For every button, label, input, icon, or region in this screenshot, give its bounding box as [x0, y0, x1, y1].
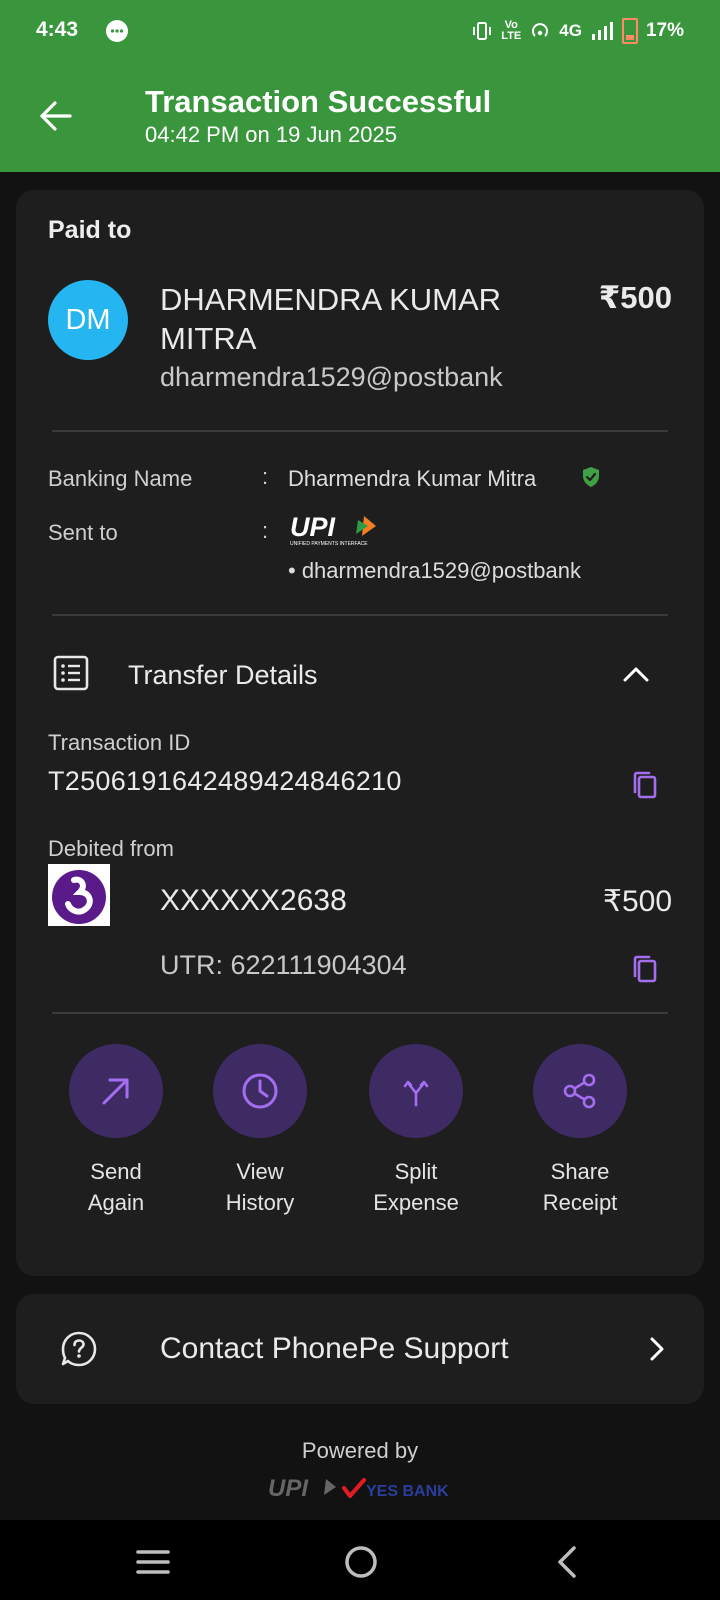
receipt-list-icon: [53, 655, 89, 691]
upi-yes-bank-logo: UPI YES BANK: [268, 1475, 449, 1502]
app-header: 4:43 Vo LTE 4G 17% Transaction Successfu…: [0, 0, 720, 172]
view-history-label: View History: [225, 1159, 295, 1215]
debit-amount: ₹500: [602, 885, 672, 918]
upi-logo-subtext: UNIFIED PAYMENTS INTERFACE: [290, 541, 368, 547]
view-history-button[interactable]: View History: [190, 1044, 330, 1218]
upi-logo-text: UPI: [290, 512, 336, 542]
signal-icon: [591, 22, 613, 40]
divider: [52, 430, 668, 432]
transaction-card: Paid to DM DHARMENDRA KUMAR MITRA ₹500 d…: [16, 190, 704, 1276]
bank-logo: [48, 864, 110, 926]
debit-account-number: XXXXXX2638: [160, 884, 347, 917]
status-time: 4:43: [36, 18, 79, 41]
transfer-details-heading[interactable]: Transfer Details: [128, 660, 318, 691]
system-navigation-bar: [0, 1520, 720, 1600]
payee-upi-id: dharmendra1529@postbank: [160, 362, 503, 392]
chevron-right-icon[interactable]: [642, 1334, 672, 1364]
divider: [52, 614, 668, 616]
verified-shield-icon: [583, 467, 599, 487]
divider: [52, 1012, 668, 1014]
payee-avatar: DM: [48, 280, 128, 360]
yes-bank-text: YES BANK: [366, 1483, 449, 1500]
banking-name-value: Dharmendra Kumar Mitra: [288, 466, 537, 491]
status-icons: Vo LTE 4G 17%: [471, 18, 684, 44]
send-again-label: Send Again: [87, 1159, 145, 1215]
copy-icon[interactable]: [630, 954, 660, 984]
split-icon: [403, 1080, 429, 1107]
share-icon: [563, 1073, 596, 1109]
battery-icon: [621, 18, 638, 44]
clock-icon: [242, 1073, 278, 1109]
split-expense-label: Split Expense: [373, 1159, 459, 1215]
send-again-button[interactable]: Send Again: [46, 1044, 186, 1218]
sent-to-upi-id: • dharmendra1529@postbank: [288, 558, 582, 583]
send-again-icon-circle[interactable]: [69, 1044, 163, 1138]
contact-support-button[interactable]: Contact PhonePe Support: [16, 1294, 704, 1404]
payee-name: DHARMENDRA KUMAR MITRA: [160, 282, 502, 356]
transaction-id-value: T2506191642489424846210: [48, 766, 402, 796]
hotspot-icon: [532, 23, 549, 37]
debited-from-label: Debited from: [48, 836, 174, 861]
view-history-icon-circle[interactable]: [213, 1044, 307, 1138]
utr-number: UTR: 622111904304: [160, 950, 407, 980]
powered-by-label: Powered by: [301, 1438, 419, 1463]
split-expense-button[interactable]: Split Expense: [346, 1044, 486, 1218]
arrow-up-right-icon: [102, 1078, 129, 1105]
back-arrow-icon[interactable]: [36, 96, 76, 136]
vibrate-icon: [473, 22, 492, 40]
chevron-up-icon[interactable]: [620, 658, 652, 690]
recent-apps-icon[interactable]: [133, 1542, 173, 1582]
message-notification-icon: [106, 20, 128, 42]
battery-percent: 17%: [645, 20, 684, 41]
upi-footer-logo-text: UPI: [268, 1475, 309, 1502]
colon: :: [262, 518, 269, 543]
colon: :: [262, 464, 269, 489]
split-expense-icon-circle[interactable]: [369, 1044, 463, 1138]
network-type: 4G: [559, 21, 582, 40]
back-icon[interactable]: [548, 1542, 588, 1582]
transaction-timestamp: 04:42 PM on 19 Jun 2025: [145, 122, 397, 147]
sent-to-label: Sent to: [48, 520, 118, 545]
payee-amount: ₹500: [598, 280, 672, 315]
transaction-id-label: Transaction ID: [48, 730, 191, 755]
contact-support-label[interactable]: Contact PhonePe Support: [160, 1332, 509, 1366]
home-icon[interactable]: [341, 1542, 381, 1582]
status-bar: 4:43 Vo LTE 4G 17%: [0, 0, 720, 62]
share-receipt-button[interactable]: Share Receipt: [510, 1044, 650, 1218]
share-receipt-icon-circle[interactable]: [533, 1044, 627, 1138]
bank-logo-mark: [48, 864, 110, 926]
copy-icon[interactable]: [630, 770, 660, 800]
banking-name-label: Banking Name: [48, 466, 193, 491]
paid-to-label: Paid to: [48, 216, 132, 244]
help-question-icon: [61, 1331, 97, 1367]
share-receipt-label: Share Receipt: [542, 1159, 618, 1215]
upi-logo: UPI UNIFIED PAYMENTS INTERFACE: [290, 512, 376, 547]
page-title: Transaction Successful: [145, 84, 492, 119]
volte-indicator: Vo LTE: [501, 19, 522, 42]
